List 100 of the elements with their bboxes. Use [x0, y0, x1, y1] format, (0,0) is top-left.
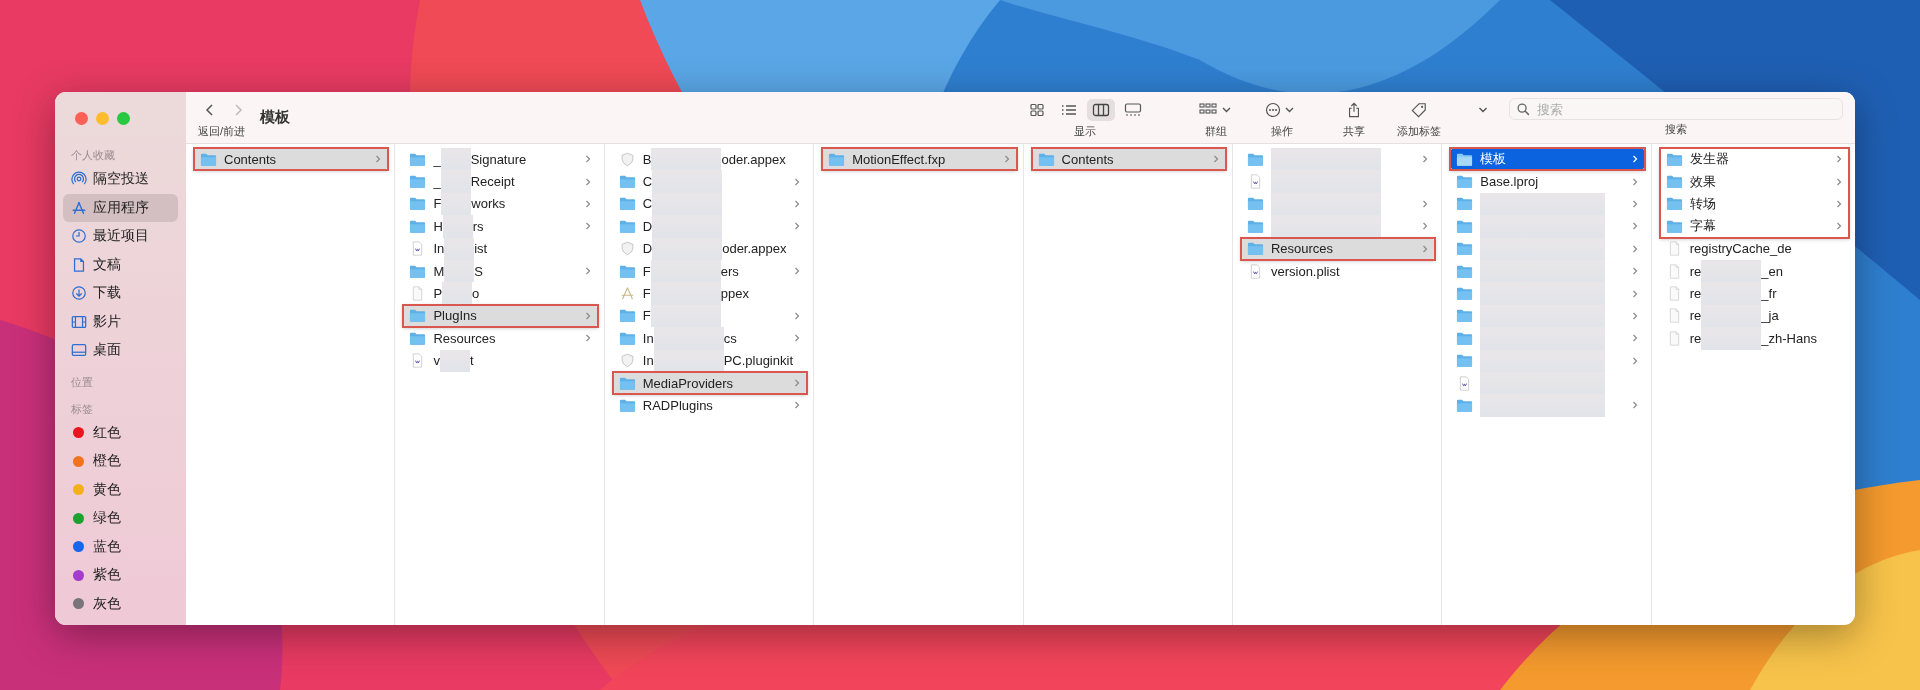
tag-item[interactable]: 黄色 [63, 475, 178, 504]
file-row[interactable]: Resources [403, 327, 598, 350]
blur-patch [1701, 282, 1762, 305]
document-icon [71, 256, 87, 273]
file-row[interactable]: MotionEffect.fxp [822, 148, 1017, 171]
folder-icon [618, 263, 636, 279]
file-row[interactable]: PlugIns [403, 304, 598, 328]
file-row[interactable]: M S [403, 259, 598, 283]
file-name: v [433, 353, 440, 369]
file-row[interactable]: 字幕 [1659, 215, 1849, 238]
blur-patch [1701, 327, 1762, 350]
sidebar-item[interactable]: 影片 [63, 307, 178, 336]
share-icon[interactable] [1346, 102, 1362, 118]
toolbar-label: 群组 [1205, 124, 1227, 139]
file-row[interactable]: B oder.appex [612, 148, 808, 171]
file-row[interactable]: D oder.appex [612, 237, 808, 260]
blur-patch [653, 327, 724, 350]
file-name: F [642, 263, 651, 279]
file-name: B [642, 151, 652, 167]
tag-item[interactable]: 绿色 [63, 504, 178, 533]
tag-item[interactable]: 灰色 [63, 589, 178, 618]
sidebar-item[interactable]: 隔空投送 [63, 165, 178, 194]
sidebar-heading: 位置 [70, 374, 94, 390]
blur-patch [1701, 259, 1762, 283]
tag-item[interactable]: 橙色 [63, 447, 178, 476]
file-name: oder.appex [721, 151, 786, 167]
zoom-button[interactable] [117, 112, 130, 125]
shield-icon [618, 241, 636, 257]
toolbar-label: 显示 [1074, 124, 1096, 139]
folder-icon [1665, 196, 1683, 212]
file-name: ers [720, 263, 739, 279]
column-view-button[interactable] [1087, 99, 1115, 121]
file-row[interactable]: In PC.pluginkit [612, 349, 808, 372]
file-row[interactable]: registryCache_de [1659, 237, 1849, 260]
file-row[interactable]: _ Receipt [403, 170, 598, 193]
file-row[interactable]: Contents [1031, 148, 1226, 171]
file-row[interactable]: 效果 [1659, 170, 1849, 193]
blur-patch [652, 215, 723, 238]
file-row[interactable]: re _fr [1659, 282, 1849, 305]
tag-item[interactable]: 蓝色 [63, 532, 178, 561]
file-name: o [472, 286, 480, 302]
file-row[interactable]: Resources [1240, 237, 1436, 260]
folder-icon [409, 308, 427, 324]
file-row[interactable]: v t [403, 349, 598, 372]
file-name: D [642, 218, 653, 234]
file-row[interactable]: D [612, 215, 808, 238]
file-row[interactable]: 转场 [1659, 192, 1849, 216]
file-name: H [433, 218, 443, 234]
blur-patch [650, 259, 721, 283]
file-row[interactable]: Contents [194, 148, 389, 171]
shield-icon [618, 151, 636, 167]
download-icon [71, 285, 87, 302]
file-row[interactable]: F ppex [612, 282, 808, 305]
minimize-button[interactable] [96, 112, 109, 125]
tag-item[interactable]: 红色 [63, 418, 178, 447]
tag-item[interactable]: 紫色 [63, 561, 178, 590]
file-row[interactable]: Base.lproj [1450, 170, 1645, 193]
file-row[interactable]: C [612, 192, 808, 216]
sidebar-item[interactable]: 应用程序 [63, 193, 178, 222]
file-row[interactable]: 模板 [1450, 148, 1645, 171]
file-row[interactable]: P o [403, 282, 598, 305]
file-name: In [642, 330, 654, 346]
file-name: F [642, 308, 651, 324]
shield-icon [618, 353, 636, 369]
file-row[interactable]: F [612, 304, 808, 328]
file-row[interactable]: 发生器 [1659, 148, 1849, 171]
file-row[interactable]: C [612, 170, 808, 193]
close-button[interactable] [75, 112, 88, 125]
tag-icon[interactable] [1411, 102, 1427, 118]
file-row[interactable]: _ Signature [403, 148, 598, 171]
folder-icon [409, 196, 427, 212]
file-name: oder.appex [722, 241, 787, 257]
search-field[interactable]: 搜索 [1509, 98, 1843, 120]
folder-icon [618, 196, 636, 212]
sidebar-heading: 标签 [70, 401, 94, 417]
film-icon [71, 313, 87, 330]
file-name: S [474, 263, 483, 279]
folder-icon [828, 151, 846, 167]
file-row[interactable]: re _ja [1659, 304, 1849, 328]
file-row[interactable]: F works [403, 192, 598, 216]
file-row[interactable]: In ist [403, 237, 598, 260]
file-row[interactable]: H rs [403, 215, 598, 238]
folder-icon [618, 308, 636, 324]
file-name: In [433, 241, 445, 257]
toolbar-label: 添加标签 [1397, 124, 1441, 139]
file-row[interactable]: re _zh-Hans [1659, 327, 1849, 350]
file-row[interactable]: version.plist [1240, 259, 1436, 283]
file-row[interactable]: In cs [612, 327, 808, 350]
file-name: 效果 [1689, 172, 1716, 191]
file-row[interactable]: RADPlugins [612, 394, 808, 417]
sidebar-item[interactable]: 最近项目 [63, 222, 178, 251]
sidebar-item[interactable]: 文稿 [63, 250, 178, 279]
folder-icon [1246, 196, 1264, 212]
sidebar-item[interactable]: 桌面 [63, 336, 178, 365]
file-name: M [433, 263, 445, 279]
file-row[interactable]: re _en [1659, 259, 1849, 283]
folder-icon [1456, 286, 1474, 302]
file-row[interactable]: MediaProviders [612, 371, 808, 395]
file-row[interactable]: F ers [612, 259, 808, 283]
sidebar-item[interactable]: 下载 [63, 279, 178, 308]
